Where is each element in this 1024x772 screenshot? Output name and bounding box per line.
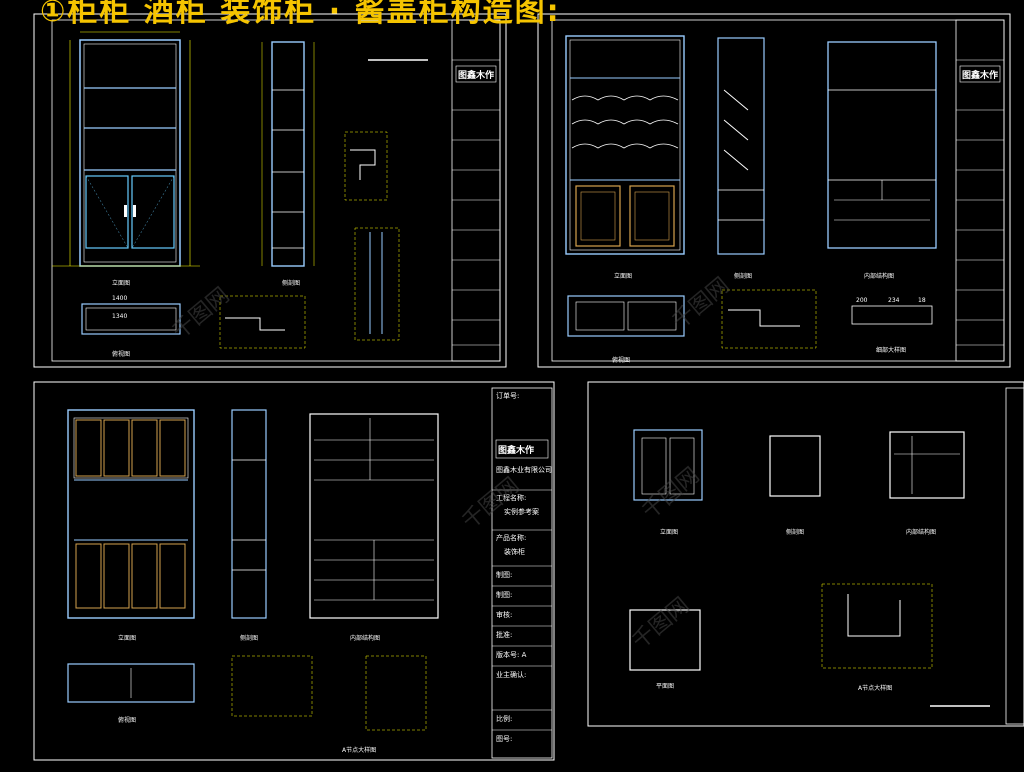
watermark-2: 千图网	[668, 273, 735, 335]
watermark-4: 千图网	[628, 593, 695, 655]
tb-version: 版本号: A	[496, 650, 527, 659]
s2-label-plan: 俯视图	[612, 356, 630, 364]
tb-product: 产品名称:	[496, 533, 526, 542]
s2-internal	[827, 41, 937, 249]
s1-label-elev: 立面图	[112, 279, 130, 287]
tb-company: 图鑫木业有限公司	[496, 465, 552, 474]
s3-label-side: 侧剖图	[240, 634, 258, 642]
cad-drawing-canvas: ①柜柜 酒柜 装饰柜 · 酱盖柜构造图: 图鑫木作 立面图 侧剖图 1400 1…	[0, 0, 1024, 768]
tb-product-val: 装饰柜	[504, 547, 525, 556]
s3-label-detail: A节点大样图	[342, 746, 376, 754]
s2-plan	[567, 295, 685, 337]
s4-label-elev: 立面图	[660, 528, 678, 536]
s4-label-internal: 内部结构图	[906, 528, 936, 536]
s2-label-elev: 立面图	[614, 272, 632, 280]
sheet-3: 订单号: 图鑫木作 图鑫木业有限公司 工程名称: 实例参考案 产品名称: 装饰柜…	[33, 381, 555, 761]
tb-review: 审核:	[496, 610, 512, 619]
banner-title: ①柜柜 酒柜 装饰柜 · 酱盖柜构造图:	[40, 0, 561, 29]
s1-dim-plan: 1400	[112, 295, 127, 302]
sheet-2: 图鑫木作 立面图 侧剖图 内部结构图 俯视图 200 234 18 细部大样图	[537, 13, 1011, 368]
s3-label-plan: 俯视图	[118, 716, 136, 724]
s4-label-side: 侧剖图	[786, 528, 804, 536]
s3-elevation	[67, 409, 195, 619]
brand-1: 图鑫木作	[458, 69, 494, 81]
tb-project-val: 实例参考案	[504, 507, 539, 516]
tb-approve: 批准:	[496, 630, 512, 639]
s4-label-plan: 平面图	[656, 683, 674, 690]
s1-label-side: 侧剖图	[282, 279, 300, 287]
tb-drawn: 制图:	[496, 570, 512, 579]
s4-side	[769, 435, 821, 497]
s3-label-internal: 内部结构图	[350, 634, 380, 642]
s2-label-internal: 内部结构图	[864, 272, 894, 280]
s3-plan	[67, 663, 195, 703]
brand-2: 图鑫木作	[962, 69, 998, 81]
s1-elevation	[52, 31, 200, 267]
brand-3: 图鑫木作	[498, 444, 534, 456]
s2-dim-b: 234	[888, 297, 900, 304]
s3-side-section	[231, 409, 267, 619]
tb-designer: 制图:	[496, 590, 512, 599]
tb-owner: 业主确认:	[496, 670, 526, 679]
tb-scale: 比例:	[496, 714, 512, 723]
s1-dim-plan-inner: 1340	[112, 313, 127, 320]
s1-label-plan: 俯视图	[112, 350, 130, 358]
sheet-4: 立面图 侧剖图 内部结构图 平面图 A节点大样图	[587, 381, 1024, 727]
s2-side-section	[717, 37, 765, 255]
s1-side-section	[261, 41, 315, 267]
watermark-1: 千图网	[168, 283, 235, 345]
s2-dim-a: 200	[856, 297, 868, 304]
tb-order: 订单号:	[496, 391, 519, 400]
s3-internal	[309, 413, 439, 619]
s4-label-detail: A节点大样图	[858, 684, 892, 692]
s2-label-side: 侧剖图	[734, 272, 752, 280]
sheet-1: 图鑫木作 立面图 侧剖图 1400 1340 俯视图	[33, 13, 507, 368]
cad-sheets: 图鑫木作 立面图 侧剖图 1400 1340 俯视图 图鑫木作 立面图 侧剖图 …	[33, 13, 1024, 761]
s2-dim-c: 18	[918, 297, 926, 304]
s4-internal	[889, 431, 965, 499]
s1-plan: 1400 1340	[81, 295, 181, 335]
s3-label-elev: 立面图	[118, 634, 136, 642]
s2-elevation	[565, 35, 685, 255]
watermark-5: 千图网	[458, 473, 525, 535]
tb-sheetno: 图号:	[496, 735, 512, 743]
s2-label-detail: 细部大样图	[876, 346, 906, 354]
